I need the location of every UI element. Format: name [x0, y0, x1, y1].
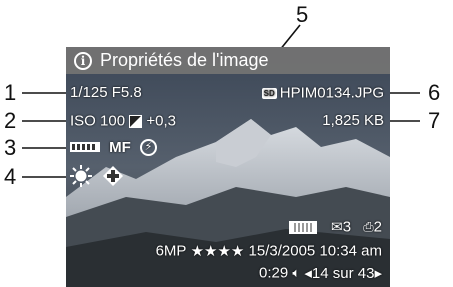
iso-value: ISO 100 [70, 112, 126, 130]
camera-screen: i Propriétés de l'image 1/125 F5.8 SD HPI… [66, 47, 390, 287]
share-count: 3 [342, 218, 352, 236]
callout-number-5: 5 [296, 2, 309, 27]
print-count: 2 [373, 218, 382, 236]
exposure-compensation-icon [129, 114, 143, 128]
envelope-icon: ✉ [331, 218, 343, 235]
title-bar: i Propriétés de l'image [66, 47, 390, 74]
white-balance-group [70, 165, 124, 187]
date-time: 15/3/2005 10:34 am [248, 242, 382, 260]
info-line: 6MP ★★★★ 15/3/2005 10:34 am [155, 242, 382, 261]
filename: HPIM0134.JPG [279, 84, 384, 102]
audio-duration: 0:29 [259, 264, 289, 282]
image-quality-bars-icon [288, 220, 317, 234]
filename-group: SD HPIM0134.JPG [261, 84, 384, 102]
shutter-aperture: 1/125 F5.8 [70, 84, 142, 101]
ev-value: +0,3 [146, 112, 177, 130]
metering-icon [70, 142, 100, 153]
callout-number-6: 6 [428, 80, 441, 105]
focus-mode: MF [109, 138, 131, 156]
callout-number-4: 4 [4, 164, 17, 189]
image-navigation: ◂14 sur 43▸ [304, 265, 382, 283]
share-print-group: ✉3 ⎙2 [288, 218, 382, 236]
callout-number-1: 1 [4, 80, 17, 105]
rating-stars: ★★★★ [190, 243, 245, 261]
print-icon: ⎙ [363, 219, 374, 235]
file-size: 1,825 KB [322, 112, 384, 129]
callout-number-3: 3 [4, 135, 17, 160]
iso-ev-group: ISO 100 +0,3 [70, 112, 176, 130]
speaker-icon: 🔈︎ [292, 265, 301, 281]
callout-number-7: 7 [428, 108, 441, 133]
flash-icon: ⚡ [140, 138, 158, 156]
adaptive-lighting-icon [103, 166, 124, 186]
focus-flash-group: MF ⚡ [70, 138, 158, 156]
sun-white-balance-icon [70, 165, 92, 187]
title-text: Propriétés de l'image [100, 50, 269, 70]
info-icon: i [74, 51, 92, 70]
callout-number-2: 2 [4, 108, 17, 133]
resolution: 6MP [155, 242, 187, 260]
bottom-line: 0:29 🔈︎ ◂14 sur 43▸ [259, 264, 382, 283]
sd-card-icon: SD [261, 87, 277, 99]
